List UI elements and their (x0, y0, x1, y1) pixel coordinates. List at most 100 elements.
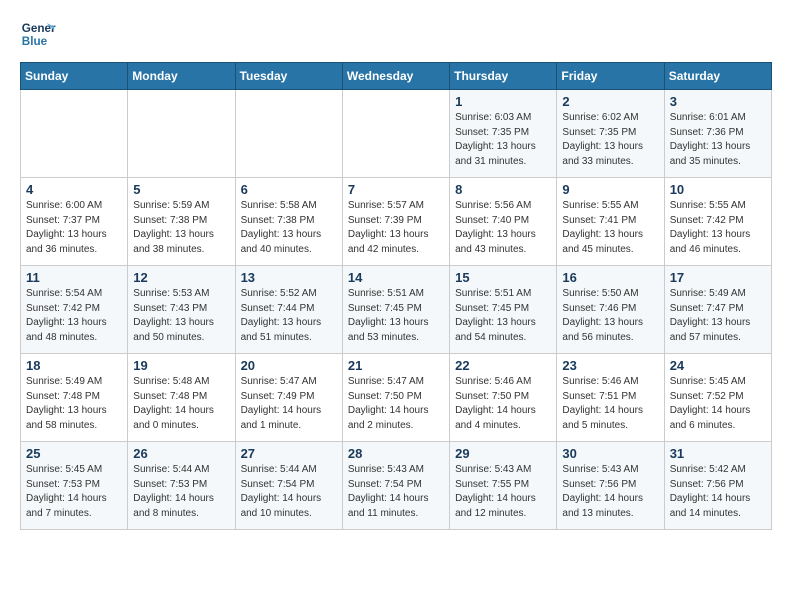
calendar-table: SundayMondayTuesdayWednesdayThursdayFrid… (20, 62, 772, 530)
calendar-cell: 13 Sunrise: 5:52 AMSunset: 7:44 PMDayligh… (235, 266, 342, 354)
calendar-cell (235, 90, 342, 178)
day-number: 29 (455, 446, 551, 461)
weekday-header-sunday: Sunday (21, 63, 128, 90)
calendar-cell: 20 Sunrise: 5:47 AMSunset: 7:49 PMDayligh… (235, 354, 342, 442)
cell-info: Sunrise: 6:01 AMSunset: 7:36 PMDaylight:… (670, 111, 766, 169)
svg-text:Blue: Blue (22, 35, 48, 48)
calendar-cell: 7 Sunrise: 5:57 AMSunset: 7:39 PMDaylight… (342, 178, 449, 266)
calendar-cell: 6Sunrise: 5:58 AMSunset: 7:38 PMDaylight… (235, 178, 342, 266)
calendar-cell: 27 Sunrise: 5:44 AMSunset: 7:54 PMDayligh… (235, 442, 342, 530)
cell-info: Sunrise: 5:55 AMSunset: 7:42 PMDaylight:… (670, 199, 766, 257)
cell-info: Sunrise: 5:46 AMSunset: 7:50 PMDaylight:… (455, 375, 551, 433)
day-number: 27 (241, 446, 337, 461)
calendar-body: 1 Sunrise: 6:03 AMSunset: 7:35 PMDaylight… (21, 90, 772, 530)
day-number: 25 (26, 446, 122, 461)
day-number: 9 (562, 182, 658, 197)
cell-info: Sunrise: 5:46 AMSunset: 7:51 PMDaylight:… (562, 375, 658, 433)
cell-info: Sunrise: 5:47 AMSunset: 7:50 PMDaylight:… (348, 375, 444, 433)
week-row-3: 11Sunrise: 5:54 AMSunset: 7:42 PMDayligh… (21, 266, 772, 354)
cell-info: Sunrise: 5:44 AMSunset: 7:53 PMDaylight:… (133, 463, 229, 521)
calendar-cell: 4Sunrise: 6:00 AMSunset: 7:37 PMDaylight… (21, 178, 128, 266)
calendar-cell: 14 Sunrise: 5:51 AMSunset: 7:45 PMDayligh… (342, 266, 449, 354)
week-row-2: 4Sunrise: 6:00 AMSunset: 7:37 PMDaylight… (21, 178, 772, 266)
cell-info: Sunrise: 5:45 AMSunset: 7:52 PMDaylight:… (670, 375, 766, 433)
cell-info: Sunrise: 5:51 AMSunset: 7:45 PMDaylight:… (348, 287, 444, 345)
day-number: 24 (670, 358, 766, 373)
day-number: 31 (670, 446, 766, 461)
calendar-cell: 11Sunrise: 5:54 AMSunset: 7:42 PMDayligh… (21, 266, 128, 354)
day-number: 7 (348, 182, 444, 197)
cell-info: Sunrise: 6:03 AMSunset: 7:35 PMDaylight:… (455, 111, 551, 169)
day-number: 2 (562, 94, 658, 109)
cell-info: Sunrise: 5:44 AMSunset: 7:54 PMDaylight:… (241, 463, 337, 521)
calendar-cell: 25Sunrise: 5:45 AMSunset: 7:53 PMDayligh… (21, 442, 128, 530)
day-number: 20 (241, 358, 337, 373)
calendar-cell: 31Sunrise: 5:42 AMSunset: 7:56 PMDayligh… (664, 442, 771, 530)
calendar-cell: 1 Sunrise: 6:03 AMSunset: 7:35 PMDaylight… (450, 90, 557, 178)
week-row-4: 18 Sunrise: 5:49 AMSunset: 7:48 PMDayligh… (21, 354, 772, 442)
cell-info: Sunrise: 5:57 AMSunset: 7:39 PMDaylight:… (348, 199, 444, 257)
weekday-row: SundayMondayTuesdayWednesdayThursdayFrid… (21, 63, 772, 90)
day-number: 30 (562, 446, 658, 461)
day-number: 12 (133, 270, 229, 285)
day-number: 8 (455, 182, 551, 197)
cell-info: Sunrise: 6:00 AMSunset: 7:37 PMDaylight:… (26, 199, 122, 257)
cell-info: Sunrise: 6:02 AMSunset: 7:35 PMDaylight:… (562, 111, 658, 169)
weekday-header-friday: Friday (557, 63, 664, 90)
calendar-cell: 30Sunrise: 5:43 AMSunset: 7:56 PMDayligh… (557, 442, 664, 530)
page-header: General Blue (20, 16, 772, 52)
calendar-cell: 19 Sunrise: 5:48 AMSunset: 7:48 PMDayligh… (128, 354, 235, 442)
weekday-header-tuesday: Tuesday (235, 63, 342, 90)
day-number: 16 (562, 270, 658, 285)
cell-info: Sunrise: 5:56 AMSunset: 7:40 PMDaylight:… (455, 199, 551, 257)
cell-info: Sunrise: 5:54 AMSunset: 7:42 PMDaylight:… (26, 287, 122, 345)
calendar-cell: 18 Sunrise: 5:49 AMSunset: 7:48 PMDayligh… (21, 354, 128, 442)
day-number: 17 (670, 270, 766, 285)
day-number: 23 (562, 358, 658, 373)
calendar-cell: 10 Sunrise: 5:55 AMSunset: 7:42 PMDayligh… (664, 178, 771, 266)
calendar-cell: 15 Sunrise: 5:51 AMSunset: 7:45 PMDayligh… (450, 266, 557, 354)
day-number: 14 (348, 270, 444, 285)
cell-info: Sunrise: 5:52 AMSunset: 7:44 PMDaylight:… (241, 287, 337, 345)
cell-info: Sunrise: 5:51 AMSunset: 7:45 PMDaylight:… (455, 287, 551, 345)
day-number: 1 (455, 94, 551, 109)
day-number: 28 (348, 446, 444, 461)
svg-text:General: General (22, 22, 56, 35)
cell-info: Sunrise: 5:49 AMSunset: 7:48 PMDaylight:… (26, 375, 122, 433)
calendar-cell: 9Sunrise: 5:55 AMSunset: 7:41 PMDaylight… (557, 178, 664, 266)
day-number: 19 (133, 358, 229, 373)
calendar-cell: 8 Sunrise: 5:56 AMSunset: 7:40 PMDaylight… (450, 178, 557, 266)
calendar-cell (342, 90, 449, 178)
day-number: 15 (455, 270, 551, 285)
weekday-header-wednesday: Wednesday (342, 63, 449, 90)
cell-info: Sunrise: 5:50 AMSunset: 7:46 PMDaylight:… (562, 287, 658, 345)
weekday-header-saturday: Saturday (664, 63, 771, 90)
calendar-cell: 22 Sunrise: 5:46 AMSunset: 7:50 PMDayligh… (450, 354, 557, 442)
calendar-cell: 28Sunrise: 5:43 AMSunset: 7:54 PMDayligh… (342, 442, 449, 530)
calendar-header: SundayMondayTuesdayWednesdayThursdayFrid… (21, 63, 772, 90)
calendar-cell: 26 Sunrise: 5:44 AMSunset: 7:53 PMDayligh… (128, 442, 235, 530)
logo-icon: General Blue (20, 16, 56, 52)
calendar-cell: 21Sunrise: 5:47 AMSunset: 7:50 PMDayligh… (342, 354, 449, 442)
week-row-1: 1 Sunrise: 6:03 AMSunset: 7:35 PMDaylight… (21, 90, 772, 178)
calendar-cell: 29Sunrise: 5:43 AMSunset: 7:55 PMDayligh… (450, 442, 557, 530)
calendar-cell: 16 Sunrise: 5:50 AMSunset: 7:46 PMDayligh… (557, 266, 664, 354)
day-number: 13 (241, 270, 337, 285)
day-number: 10 (670, 182, 766, 197)
day-number: 6 (241, 182, 337, 197)
cell-info: Sunrise: 5:48 AMSunset: 7:48 PMDaylight:… (133, 375, 229, 433)
calendar-cell: 17 Sunrise: 5:49 AMSunset: 7:47 PMDayligh… (664, 266, 771, 354)
day-number: 3 (670, 94, 766, 109)
cell-info: Sunrise: 5:49 AMSunset: 7:47 PMDaylight:… (670, 287, 766, 345)
calendar-cell (128, 90, 235, 178)
calendar-cell: 5Sunrise: 5:59 AMSunset: 7:38 PMDaylight… (128, 178, 235, 266)
weekday-header-thursday: Thursday (450, 63, 557, 90)
day-number: 18 (26, 358, 122, 373)
cell-info: Sunrise: 5:53 AMSunset: 7:43 PMDaylight:… (133, 287, 229, 345)
calendar-cell: 23 Sunrise: 5:46 AMSunset: 7:51 PMDayligh… (557, 354, 664, 442)
day-number: 26 (133, 446, 229, 461)
day-number: 22 (455, 358, 551, 373)
cell-info: Sunrise: 5:47 AMSunset: 7:49 PMDaylight:… (241, 375, 337, 433)
calendar-cell: 2 Sunrise: 6:02 AMSunset: 7:35 PMDaylight… (557, 90, 664, 178)
calendar-cell: 12 Sunrise: 5:53 AMSunset: 7:43 PMDayligh… (128, 266, 235, 354)
